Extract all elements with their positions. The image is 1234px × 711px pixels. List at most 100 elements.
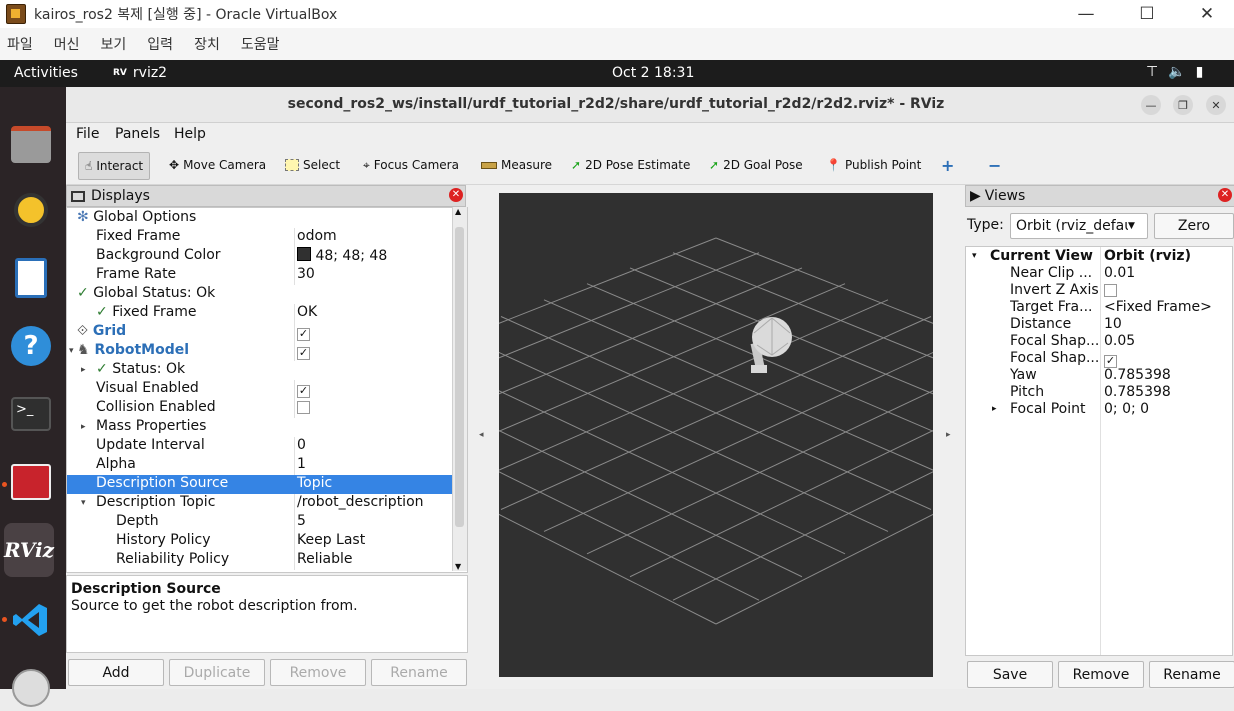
tree-row[interactable]: ⟐ Grid ✓ <box>67 323 453 342</box>
tree-row[interactable]: ▸ Mass Properties <box>67 418 453 437</box>
vbox-menu-input[interactable]: 입력 <box>147 34 173 54</box>
displays-scrollbar[interactable]: ▲ ▼ <box>452 207 467 571</box>
add-tool-button[interactable]: + <box>941 152 954 178</box>
tool-select[interactable]: Select <box>285 152 340 178</box>
rhythmbox-icon[interactable] <box>8 187 54 233</box>
tree-row[interactable]: History Policy Keep Last <box>67 532 453 551</box>
scroll-up-icon[interactable]: ▲ <box>455 207 461 216</box>
view-prop-row[interactable]: Focal Shap... 0.05 <box>966 333 1232 350</box>
vscode-icon[interactable] <box>8 597 54 643</box>
render-viewport[interactable] <box>285 193 1147 677</box>
tree-row[interactable]: Update Interval 0 <box>67 437 453 456</box>
tree-row[interactable]: ✓ Fixed Frame OK <box>67 304 453 323</box>
tool-2d-goal-pose[interactable]: ➚ 2D Goal Pose <box>709 152 803 178</box>
files-icon[interactable] <box>8 121 54 167</box>
view-prop-row[interactable]: Distance 10 <box>966 316 1232 333</box>
scroll-down-icon[interactable]: ▼ <box>455 562 461 571</box>
disc-icon[interactable] <box>8 665 54 711</box>
collapse-arrow-icon[interactable]: ▾ <box>81 498 86 508</box>
collapse-arrow-icon[interactable]: ▾ <box>972 251 977 261</box>
view-prop-row[interactable]: Focal Shap... ✓ <box>966 350 1232 368</box>
views-close-icon[interactable]: ✕ <box>1218 188 1232 202</box>
tool-move-camera[interactable]: ✥ Move Camera <box>169 152 266 178</box>
system-monitor-icon[interactable] <box>8 459 54 505</box>
tree-row[interactable]: Background Color 48; 48; 48 <box>67 247 453 266</box>
tree-row[interactable]: ▾ Description Topic /robot_description <box>67 494 453 513</box>
current-view-row[interactable]: ▾ Current View Orbit (rviz) <box>966 248 1232 265</box>
tool-measure[interactable]: Measure <box>481 152 552 178</box>
minimize-button[interactable]: — <box>1063 0 1109 28</box>
collapse-left-icon[interactable]: ◂ <box>479 430 484 440</box>
clock[interactable]: Oct 2 18:31 <box>612 65 694 81</box>
vbox-menu-help[interactable]: 도움말 <box>241 34 280 54</box>
view-prop-row[interactable]: Invert Z Axis <box>966 282 1232 299</box>
collapse-arrow-icon[interactable]: ▾ <box>69 346 74 356</box>
rename-display-button[interactable]: Rename <box>371 659 467 686</box>
rename-view-button[interactable]: Rename <box>1149 661 1234 688</box>
maximize-button[interactable]: ☐ <box>1124 0 1170 28</box>
grid-line <box>543 299 975 489</box>
close-button[interactable]: ✕ <box>1184 0 1230 28</box>
view-prop-row[interactable]: Pitch 0.785398 <box>966 384 1232 401</box>
color-swatch <box>297 247 311 261</box>
view-prop-row[interactable]: Near Clip ... 0.01 <box>966 265 1232 282</box>
displays-tree[interactable]: ✻ Global Options Fixed Frame odom Backgr… <box>66 207 468 573</box>
remove-tool-button[interactable]: − <box>988 152 1001 178</box>
remove-view-button[interactable]: Remove <box>1058 661 1144 688</box>
expand-arrow-icon[interactable]: ▸ <box>81 422 86 432</box>
tool-2d-pose-estimate[interactable]: ➚ 2D Pose Estimate <box>571 152 690 178</box>
tool-focus-camera[interactable]: ⌖ Focus Camera <box>363 152 459 178</box>
system-tray[interactable]: ⊤ 🔈 ▮ <box>1146 64 1203 80</box>
terminal-icon[interactable]: >_ <box>8 391 54 437</box>
save-view-button[interactable]: Save <box>967 661 1053 688</box>
invert-z-checkbox[interactable] <box>1104 284 1117 297</box>
collision-enabled-checkbox[interactable] <box>297 401 310 414</box>
tree-row[interactable]: Reliability Policy Reliable <box>67 551 453 570</box>
menu-panels[interactable]: Panels <box>115 126 160 142</box>
tool-interact[interactable]: ☝ Interact <box>78 152 151 180</box>
expand-arrow-icon[interactable]: ▸ <box>992 404 997 414</box>
tree-row[interactable]: ▸ ✓ Status: Ok <box>67 361 453 380</box>
view-type-select[interactable]: Orbit (rviz_defau ▼ <box>1010 213 1148 239</box>
duplicate-display-button[interactable]: Duplicate <box>169 659 265 686</box>
tree-row[interactable]: Alpha 1 <box>67 456 453 475</box>
view-prop-row[interactable]: ▸ Focal Point 0; 0; 0 <box>966 401 1232 418</box>
help-icon[interactable]: ? <box>8 323 54 369</box>
displays-close-icon[interactable]: ✕ <box>449 188 463 202</box>
rviz-maximize-button[interactable]: ❐ <box>1173 95 1193 115</box>
tree-row[interactable]: Fixed Frame odom <box>67 228 453 247</box>
vbox-menu-machine[interactable]: 머신 <box>54 34 80 54</box>
scrollbar-thumb[interactable] <box>455 227 464 527</box>
zero-button[interactable]: Zero <box>1154 213 1234 239</box>
rviz-close-button[interactable]: ✕ <box>1206 95 1226 115</box>
robotmodel-enabled-checkbox[interactable]: ✓ <box>297 347 310 360</box>
activities-button[interactable]: Activities <box>14 65 78 81</box>
grid-enabled-checkbox[interactable]: ✓ <box>297 328 310 341</box>
menu-help[interactable]: Help <box>174 126 206 142</box>
libreoffice-writer-icon[interactable] <box>8 255 54 301</box>
remove-display-button[interactable]: Remove <box>270 659 366 686</box>
expand-arrow-icon[interactable]: ▸ <box>81 365 86 375</box>
tool-publish-point[interactable]: 📍 Publish Point <box>826 152 921 178</box>
view-prop-row[interactable]: Target Fra... <Fixed Frame> <box>966 299 1232 316</box>
tree-row[interactable]: Visual Enabled ✓ <box>67 380 453 399</box>
tree-row[interactable]: ✻ Global Options <box>67 209 453 228</box>
view-prop-row[interactable]: Yaw 0.785398 <box>966 367 1232 384</box>
app-menu[interactable]: RV rviz2 <box>113 65 167 81</box>
collapse-right-icon[interactable]: ▸ <box>946 430 951 440</box>
add-display-button[interactable]: Add <box>68 659 164 686</box>
menu-file[interactable]: File <box>76 126 99 142</box>
tree-row[interactable]: Depth 5 <box>67 513 453 532</box>
tree-row[interactable]: Collision Enabled <box>67 399 453 418</box>
tree-row[interactable]: ▾ ♞ RobotModel ✓ <box>67 342 453 361</box>
vbox-menu-devices[interactable]: 장치 <box>194 34 220 54</box>
vbox-menu-file[interactable]: 파일 <box>7 34 33 54</box>
rviz-minimize-button[interactable]: — <box>1141 95 1161 115</box>
tree-row[interactable]: ✓ Global Status: Ok <box>67 285 453 304</box>
vbox-menu-view[interactable]: 보기 <box>101 34 127 54</box>
visual-enabled-checkbox[interactable]: ✓ <box>297 385 310 398</box>
rviz-dock-icon[interactable]: RViz <box>4 523 54 577</box>
views-tree[interactable]: ▾ Current View Orbit (rviz) Near Clip ..… <box>965 246 1233 656</box>
tree-row-selected[interactable]: Description Source Topic <box>67 475 453 494</box>
tree-row[interactable]: Frame Rate 30 <box>67 266 453 285</box>
